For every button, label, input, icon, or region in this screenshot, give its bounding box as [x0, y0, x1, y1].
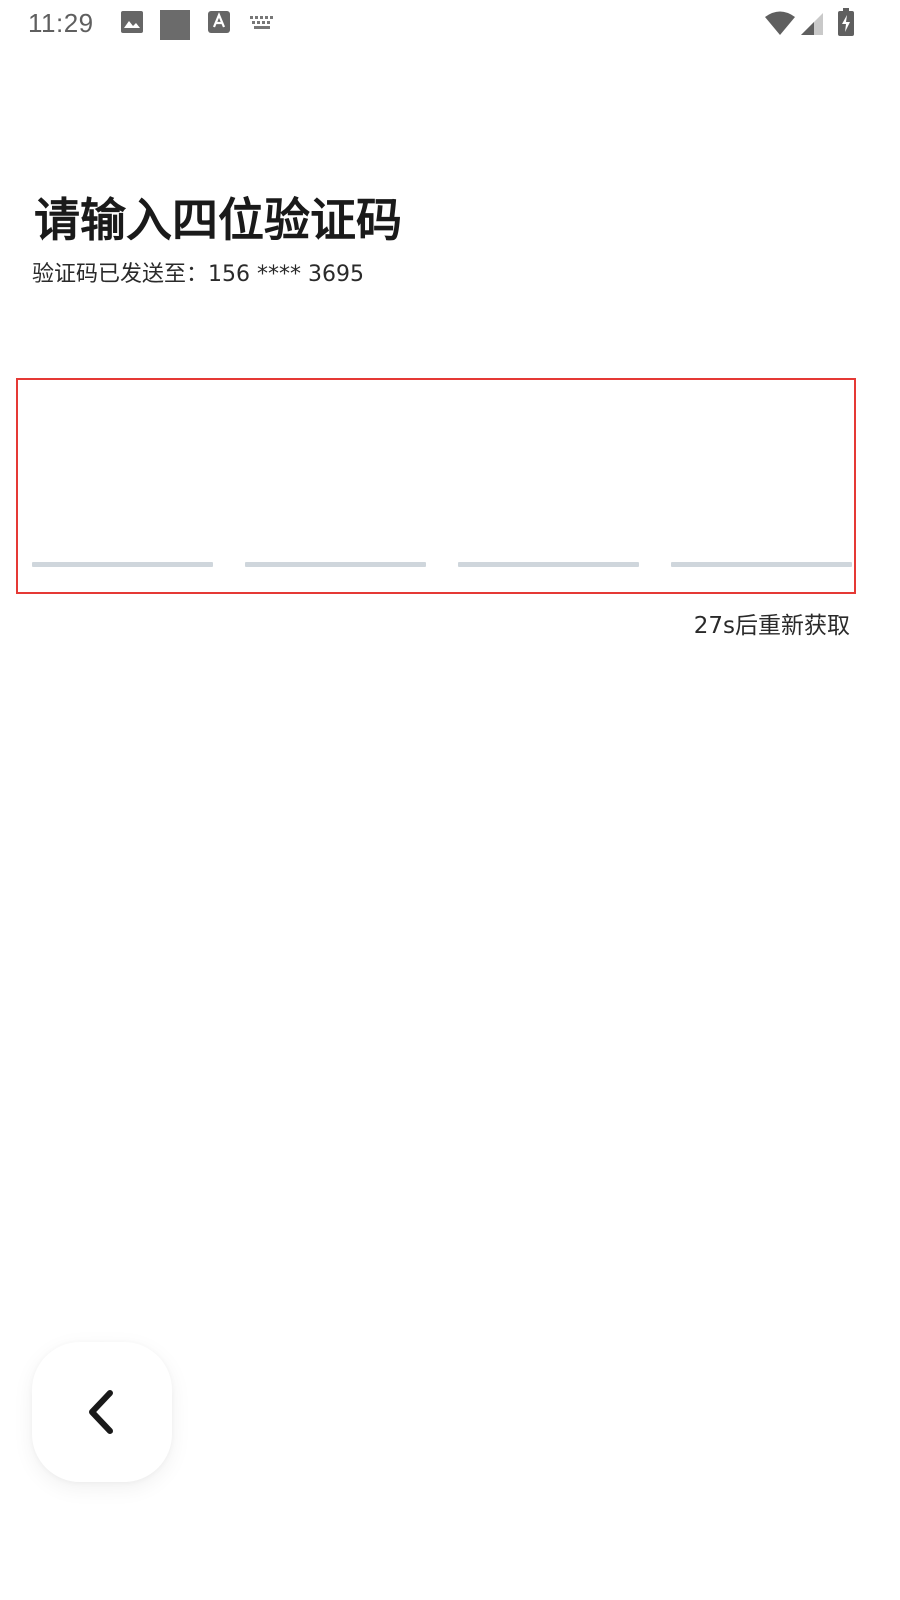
- otp-digit-3[interactable]: [458, 562, 639, 567]
- resend-countdown: 27s后重新获取: [693, 613, 850, 639]
- back-button[interactable]: [32, 1342, 172, 1482]
- otp-digit-1[interactable]: [32, 562, 213, 567]
- image-icon: [121, 11, 143, 33]
- otp-digit-4[interactable]: [671, 562, 852, 567]
- keyboard-icon: [250, 16, 273, 29]
- status-bar: 11:29: [0, 0, 900, 48]
- phone-hint: 验证码已发送至：156 **** 3695: [32, 262, 364, 287]
- chevron-left-icon: [89, 1390, 113, 1434]
- otp-digit-2[interactable]: [245, 562, 426, 567]
- signal-icon: [801, 13, 823, 35]
- wifi-icon: [765, 11, 795, 35]
- square-icon: [160, 10, 190, 40]
- text-a-icon: [208, 11, 230, 33]
- status-time: 11:29: [28, 8, 94, 38]
- battery-charging-icon: [838, 8, 854, 36]
- otp-input-group[interactable]: [16, 378, 856, 594]
- page-title: 请输入四位验证码: [34, 193, 402, 247]
